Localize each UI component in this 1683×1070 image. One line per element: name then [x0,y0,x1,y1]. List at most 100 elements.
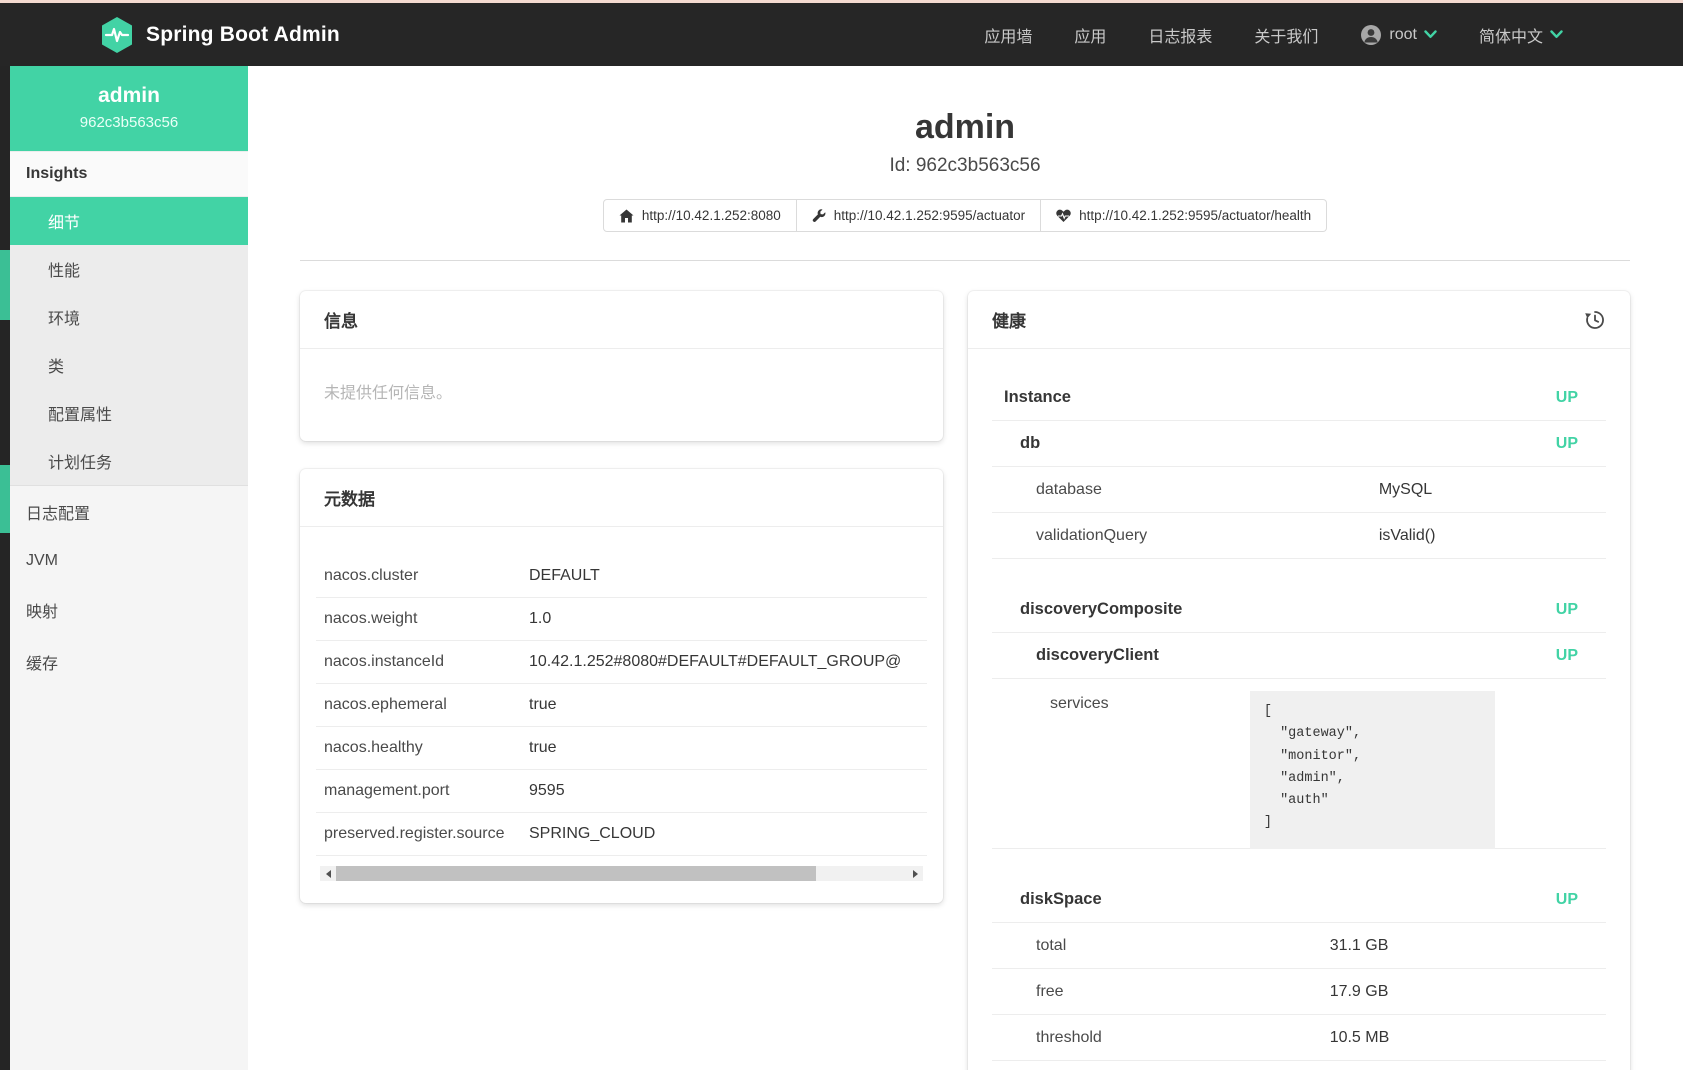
health-row-threshold: threshold 10.5 MB [992,1015,1606,1061]
health-row-discovery-composite: discoveryComposite UP [992,587,1606,633]
table-row: nacos.healthy true [316,727,927,770]
status-badge: UP [1556,435,1578,453]
language-label: 简体中文 [1479,23,1543,47]
sidebar-item-scheduled-tasks[interactable]: 计划任务 [10,437,248,485]
language-menu[interactable]: 简体中文 [1479,23,1563,47]
metadata-key: preserved.register.source [324,825,529,843]
nav-link-application-wall[interactable]: 应用墙 [984,23,1032,47]
status-badge: UP [1556,389,1578,407]
health-node-label: Instance [1004,388,1071,407]
brand[interactable]: Spring Boot Admin [100,16,340,54]
table-row: preserved.register.source SPRING_CLOUD [316,813,927,856]
health-row-free: free 17.9 GB [992,969,1606,1015]
spring-boot-admin-logo-icon [100,16,134,54]
health-row-services: services [ "gateway", "monitor", "admin"… [992,679,1606,849]
table-row: nacos.weight 1.0 [316,598,927,641]
health-tree: Instance UP db UP database MySQL validat… [968,349,1630,1070]
health-node-label: db [1020,434,1040,453]
sidebar-item-jvm[interactable]: JVM [10,538,248,584]
health-row-discovery-client: discoveryClient UP [992,633,1606,679]
main-content: admin Id: 962c3b563c56 http://10.42.1.25… [248,66,1683,1070]
sidebar-instance-header: admin 962c3b563c56 [10,66,248,151]
sidebar-item-details[interactable]: 细节 [10,197,248,245]
sidebar-item-performance[interactable]: 性能 [10,245,248,293]
nav-link-log-report[interactable]: 日志报表 [1148,23,1212,47]
chevron-down-icon [1424,30,1437,39]
nav-link-applications[interactable]: 应用 [1074,23,1106,47]
health-row-database: database MySQL [992,467,1606,513]
scrollbar-thumb[interactable] [336,866,816,881]
services-json-block: [ "gateway", "monitor", "admin", "auth" … [1250,691,1496,849]
health-detail-key: database [1036,481,1102,499]
health-detail-value: isValid() [1379,527,1436,545]
health-node-label: discoveryClient [1036,646,1159,665]
wrench-icon [812,209,826,223]
table-row: nacos.instanceId 10.42.1.252#8080#DEFAUL… [316,641,927,684]
user-menu[interactable]: root [1360,24,1437,46]
metadata-key: management.port [324,782,529,800]
content-divider [300,260,1630,261]
health-detail-key: validationQuery [1036,527,1147,545]
health-node-label: discoveryComposite [1020,600,1182,619]
metadata-value: 9595 [529,782,919,800]
metadata-key: nacos.weight [324,610,529,628]
edge-strip-green-segment [0,250,10,320]
metadata-value: 10.42.1.252#8080#DEFAULT#DEFAULT_GROUP@ [529,653,919,671]
sidebar-item-insights[interactable]: Insights [10,151,248,197]
table-row: nacos.ephemeral true [316,684,927,727]
health-url-button[interactable]: http://10.42.1.252:9595/actuator/health [1041,199,1327,232]
metadata-value: true [529,739,919,757]
health-url-label: http://10.42.1.252:9595/actuator/health [1079,208,1311,223]
sidebar-app-name: admin [18,84,240,108]
status-badge: UP [1556,647,1578,665]
metadata-key: nacos.cluster [324,567,529,585]
actuator-url-button[interactable]: http://10.42.1.252:9595/actuator [797,199,1041,232]
horizontal-scrollbar[interactable] [320,866,923,881]
sidebar-item-config-props[interactable]: 配置属性 [10,389,248,437]
health-row-instance: Instance UP [992,375,1606,421]
metadata-key: nacos.healthy [324,739,529,757]
user-name: root [1389,26,1417,44]
sidebar-item-mappings[interactable]: 映射 [10,584,248,636]
health-row-diskspace: diskSpace UP [992,877,1606,923]
info-card: 信息 未提供任何信息。 [300,291,943,441]
service-url-button[interactable]: http://10.42.1.252:8080 [603,199,797,232]
metadata-key: nacos.instanceId [324,653,529,671]
metadata-value: true [529,696,919,714]
scrollbar-track[interactable] [336,866,907,881]
instance-sidebar: admin 962c3b563c56 Insights 细节 性能 环境 类 配… [10,66,248,1070]
scrollbar-left-arrow[interactable] [320,866,336,881]
nav-link-about-us[interactable]: 关于我们 [1254,23,1318,47]
user-avatar-icon [1360,24,1382,46]
health-row-validation-query: validationQuery isValid() [992,513,1606,559]
info-empty-message: 未提供任何信息。 [300,349,943,441]
instance-id-line: Id: 962c3b563c56 [300,155,1630,177]
sidebar-insights-group: 细节 性能 环境 类 配置属性 计划任务 [10,197,248,486]
history-icon[interactable] [1584,309,1606,331]
sidebar-item-caches[interactable]: 缓存 [10,636,248,688]
health-detail-key: services [1050,695,1109,713]
top-edge-strip [0,0,1683,3]
background-edge-strip [0,3,10,1070]
brand-title: Spring Boot Admin [146,23,340,47]
health-detail-key: free [1036,983,1064,1001]
heartbeat-icon [1056,209,1071,223]
metadata-table: nacos.cluster DEFAULT nacos.weight 1.0 n… [316,555,927,856]
metadata-card-header: 元数据 [300,469,943,527]
instance-url-button-group: http://10.42.1.252:8080 http://10.42.1.2… [300,199,1630,232]
metadata-key: nacos.ephemeral [324,696,529,714]
sidebar-item-classes[interactable]: 类 [10,341,248,389]
health-node-label: diskSpace [1020,890,1102,909]
scrollbar-right-arrow[interactable] [907,866,923,881]
sidebar-item-loggers[interactable]: 日志配置 [10,486,248,538]
health-detail-key: total [1036,937,1066,955]
sidebar-instance-id: 962c3b563c56 [18,114,240,131]
metadata-value: 1.0 [529,610,919,628]
metadata-value: SPRING_CLOUD [529,825,919,843]
health-card: 健康 Instance UP [968,291,1630,1070]
home-icon [619,209,634,223]
sidebar-item-environment[interactable]: 环境 [10,293,248,341]
table-row: nacos.cluster DEFAULT [316,555,927,598]
service-url-label: http://10.42.1.252:8080 [642,208,781,223]
health-detail-value: 17.9 GB [1330,983,1389,1001]
